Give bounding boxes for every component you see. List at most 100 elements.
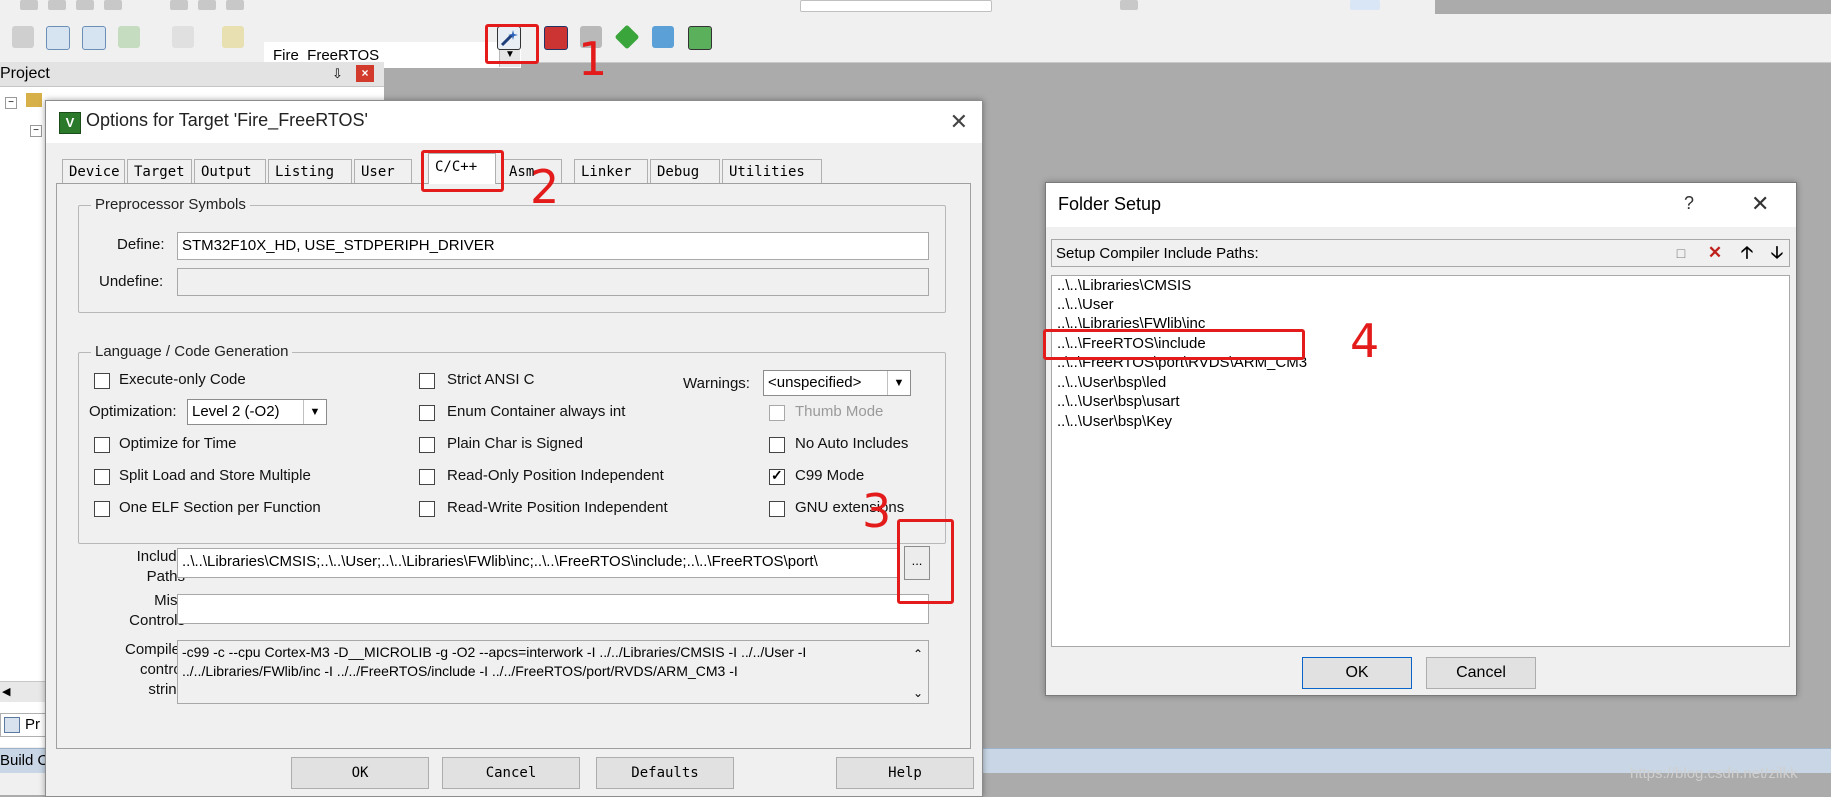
define-input[interactable]: STM32F10X_HD, USE_STDPERIPH_DRIVER — [177, 232, 929, 260]
pin-icon[interactable]: ⇩ — [332, 66, 343, 82]
tab-output[interactable]: Output — [194, 159, 266, 183]
chevron-down-icon[interactable]: ▼ — [887, 371, 910, 395]
enum-container-checkbox[interactable] — [419, 405, 435, 421]
list-item[interactable]: ..\..\User\bsp\led — [1057, 374, 1166, 391]
list-item[interactable]: ..\..\User\bsp\usart — [1057, 393, 1180, 410]
annotation-number-3: 3 — [862, 484, 892, 538]
tree-collapse-icon[interactable]: − — [5, 97, 17, 109]
pack-installer-icon[interactable] — [614, 24, 640, 50]
rebuild-icon[interactable] — [82, 26, 106, 50]
help-icon[interactable]: ? — [1684, 193, 1694, 214]
rw-position-label: Read-Write Position Independent — [447, 499, 668, 516]
include-paths-list-header: Setup Compiler Include Paths: □ ✕ 🡡 🡣 — [1051, 239, 1790, 267]
delete-icon[interactable]: ✕ — [1703, 242, 1727, 264]
copy-icon[interactable] — [198, 0, 216, 10]
ok-button[interactable]: OK — [291, 757, 429, 789]
no-auto-includes-label: No Auto Includes — [795, 435, 909, 452]
annotation-number-2: 2 — [530, 160, 560, 214]
cancel-button[interactable]: Cancel — [442, 757, 580, 789]
list-item[interactable]: ..\..\User\bsp\Key — [1057, 413, 1172, 430]
compiler-string-scrollbar[interactable]: ⌃ ⌄ — [908, 641, 928, 703]
ro-position-label: Read-Only Position Independent — [447, 467, 664, 484]
manage-components-icon[interactable] — [544, 26, 568, 50]
c-cpp-page: Preprocessor Symbols Define: STM32F10X_H… — [56, 183, 971, 749]
find-combo[interactable] — [800, 0, 992, 12]
rw-position-checkbox[interactable] — [419, 501, 435, 517]
tab-target[interactable]: Target — [127, 159, 192, 183]
list-item[interactable]: ..\..\User — [1057, 296, 1114, 313]
scroll-up-icon[interactable]: ⌃ — [908, 645, 928, 664]
tab-c-cpp[interactable]: C/C++ — [428, 153, 496, 184]
close-icon[interactable]: ✕ — [1751, 191, 1769, 217]
open-file-icon[interactable] — [48, 0, 66, 10]
include-paths-list-title: Setup Compiler Include Paths: — [1056, 245, 1259, 262]
language-group-title: Language / Code Generation — [91, 343, 293, 360]
window-layout-icon[interactable] — [1350, 0, 1380, 10]
tab-linker[interactable]: Linker — [574, 159, 648, 183]
move-up-icon[interactable]: 🡡 — [1735, 242, 1759, 264]
save-icon[interactable] — [76, 0, 94, 10]
tab-listing[interactable]: Listing — [268, 159, 352, 183]
scroll-left-icon[interactable]: ◀ — [2, 685, 10, 698]
optimize-time-label: Optimize for Time — [119, 435, 237, 452]
scroll-down-icon[interactable]: ⌄ — [908, 684, 928, 703]
stop-build-icon[interactable] — [172, 26, 194, 48]
close-icon[interactable]: × — [356, 65, 374, 82]
thumb-mode-checkbox[interactable] — [769, 405, 785, 421]
tab-user[interactable]: User — [354, 159, 412, 183]
include-paths-label-2: Paths — [146, 568, 185, 585]
download-icon[interactable] — [222, 26, 244, 48]
split-load-checkbox[interactable] — [94, 469, 110, 485]
build-icon[interactable] — [46, 26, 70, 50]
compiler-control-string[interactable]: -c99 -c --cpu Cortex-M3 -D__MICROLIB -g … — [177, 640, 929, 704]
defaults-button[interactable]: Defaults — [596, 757, 734, 789]
tab-device[interactable]: Device — [62, 159, 125, 183]
new-folder-icon[interactable]: □ — [1669, 242, 1693, 264]
folder-ok-button[interactable]: OK — [1302, 657, 1412, 689]
select-software-packs-icon[interactable] — [652, 26, 674, 48]
list-item[interactable]: ..\..\Libraries\FWlib\inc — [1057, 315, 1205, 329]
search-icon[interactable] — [1120, 0, 1138, 10]
plain-char-checkbox[interactable] — [419, 437, 435, 453]
include-paths-label-1: Include — [136, 548, 185, 565]
close-icon[interactable]: ✕ — [950, 109, 968, 135]
ro-position-checkbox[interactable] — [419, 469, 435, 485]
save-all-icon[interactable] — [104, 0, 122, 10]
misc-controls-label-2: Controls — [129, 612, 185, 629]
misc-controls-label-1: Misc — [154, 592, 185, 609]
annotation-box-4 — [1043, 329, 1305, 360]
c99-mode-checkbox[interactable] — [769, 467, 785, 485]
optimize-time-checkbox[interactable] — [94, 437, 110, 453]
tab-debug[interactable]: Debug — [650, 159, 720, 183]
optimization-select[interactable]: Level 2 (-O2) ▼ — [187, 399, 327, 425]
warnings-select[interactable]: <unspecified> ▼ — [763, 370, 911, 396]
misc-controls-input[interactable] — [177, 594, 929, 624]
execute-only-checkbox[interactable] — [94, 373, 110, 389]
help-button[interactable]: Help — [836, 757, 974, 789]
translate-icon[interactable] — [12, 26, 34, 48]
optimization-label: Optimization: — [89, 403, 177, 420]
project-tab[interactable]: Pr — [0, 713, 47, 737]
strict-ansi-checkbox[interactable] — [419, 373, 435, 389]
chevron-down-icon[interactable]: ▼ — [303, 400, 326, 424]
include-paths-input[interactable]: ..\..\Libraries\CMSIS;..\..\User;..\..\L… — [177, 548, 900, 578]
undefine-input[interactable] — [177, 268, 929, 296]
one-elf-checkbox[interactable] — [94, 501, 110, 517]
move-down-icon[interactable]: 🡣 — [1765, 242, 1789, 264]
no-auto-includes-checkbox[interactable] — [769, 437, 785, 453]
tab-utilities[interactable]: Utilities — [722, 159, 822, 183]
compiler-string-line: ../../Libraries/FWlib/inc -I ../../FreeR… — [182, 663, 738, 679]
cut-icon[interactable] — [170, 0, 188, 10]
enum-container-label: Enum Container always int — [447, 403, 626, 420]
list-item[interactable]: ..\..\Libraries\CMSIS — [1057, 277, 1191, 294]
new-file-icon[interactable] — [20, 0, 38, 10]
tree-collapse-icon[interactable]: − — [30, 125, 42, 137]
undefine-label: Undefine: — [99, 273, 164, 290]
manage-rte-icon[interactable] — [688, 26, 712, 50]
folder-cancel-button[interactable]: Cancel — [1426, 657, 1536, 689]
c99-mode-label: C99 Mode — [795, 467, 865, 484]
paste-icon[interactable] — [226, 0, 244, 10]
gnu-extensions-checkbox[interactable] — [769, 501, 785, 517]
strict-ansi-label: Strict ANSI C — [447, 371, 535, 388]
batch-build-icon[interactable] — [118, 26, 140, 48]
